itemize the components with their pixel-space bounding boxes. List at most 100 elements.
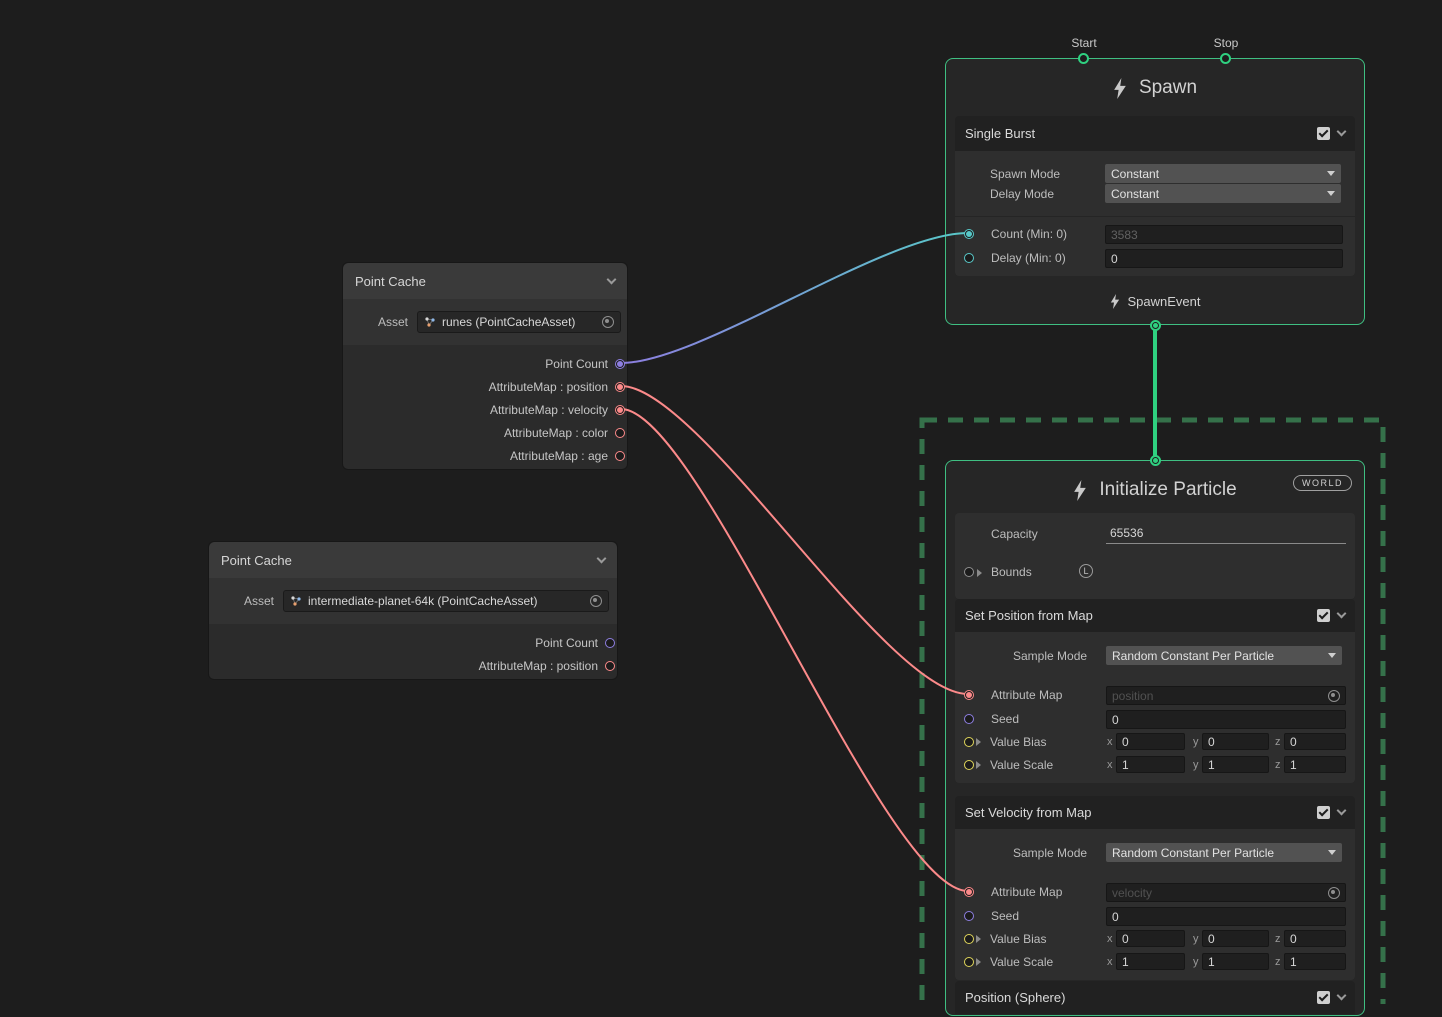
delay-mode-dropdown[interactable]: Constant: [1105, 184, 1341, 203]
block-enabled-checkbox[interactable]: [1317, 991, 1330, 1004]
bias-y-input[interactable]: 0: [1202, 930, 1269, 947]
object-picker-icon[interactable]: [1328, 887, 1340, 899]
attribute-map-input-port[interactable]: [964, 690, 974, 700]
count-value: 3583: [1111, 228, 1138, 242]
seed-label: Seed: [991, 909, 1019, 923]
attributemap-age-output-port[interactable]: [615, 451, 625, 461]
sample-mode-dropdown[interactable]: Random Constant Per Particle: [1106, 843, 1342, 862]
scale-z-input[interactable]: 1: [1284, 953, 1346, 970]
attributemap-position-output-port[interactable]: [615, 382, 625, 392]
foldout-arrow-icon[interactable]: [976, 761, 981, 769]
block-chevron-icon[interactable]: [1337, 806, 1347, 816]
point-cache-node-planet[interactable]: Point Cache Asset intermediate-planet-64…: [208, 541, 618, 680]
spawn-event-flow-port[interactable]: [1150, 320, 1161, 331]
foldout-arrow-icon[interactable]: [976, 738, 981, 746]
output-row: AttributeMap : position: [343, 375, 627, 398]
block-chevron-icon[interactable]: [1337, 609, 1347, 619]
space-badge[interactable]: WORLD: [1293, 475, 1352, 491]
vfx-graph-canvas[interactable]: Point Cache Asset runes (PointCacheAsset…: [0, 0, 1442, 1004]
set-velocity-block-header[interactable]: Set Velocity from Map: [955, 796, 1355, 829]
attribute-map-input-port[interactable]: [964, 887, 974, 897]
foldout-arrow-icon[interactable]: [976, 935, 981, 943]
lightning-icon: [1073, 480, 1087, 501]
block-chevron-icon[interactable]: [1337, 991, 1347, 1001]
collapse-chevron-icon[interactable]: [597, 553, 607, 563]
z-axis-label: z: [1275, 956, 1281, 968]
start-flow-port[interactable]: [1078, 53, 1089, 64]
point-count-output-port[interactable]: [615, 359, 625, 369]
node-header[interactable]: Point Cache: [209, 542, 617, 578]
node-header[interactable]: Point Cache: [343, 263, 627, 299]
value-scale-input-port[interactable]: [964, 957, 974, 967]
foldout-arrow-icon[interactable]: [976, 958, 981, 966]
capacity-value: 65536: [1110, 526, 1143, 540]
single-burst-block-header[interactable]: Single Burst: [955, 116, 1355, 151]
object-picker-icon[interactable]: [590, 595, 602, 607]
scale-y-input[interactable]: 1: [1202, 953, 1269, 970]
scale-y-input[interactable]: 1: [1202, 756, 1269, 773]
capacity-input[interactable]: 65536: [1106, 522, 1346, 544]
bias-x-input[interactable]: 0: [1116, 733, 1185, 750]
point-count-output-port[interactable]: [605, 638, 615, 648]
foldout-arrow-icon[interactable]: [977, 569, 982, 577]
sample-mode-label: Sample Mode: [1013, 846, 1087, 860]
bounds-input-port[interactable]: [964, 567, 974, 577]
dropdown-arrow-icon: [1327, 191, 1335, 196]
spawn-mode-dropdown[interactable]: Constant: [1105, 164, 1341, 183]
block-enabled-checkbox[interactable]: [1317, 806, 1330, 819]
sample-mode-dropdown[interactable]: Random Constant Per Particle: [1106, 646, 1342, 665]
dropdown-value: Random Constant Per Particle: [1112, 846, 1274, 860]
bounds-label: Bounds: [991, 565, 1032, 579]
scale-x-input[interactable]: 1: [1116, 756, 1185, 773]
value-bias-input-port[interactable]: [964, 737, 974, 747]
initialize-input-flow-port[interactable]: [1150, 455, 1161, 466]
block-enabled-checkbox[interactable]: [1317, 127, 1330, 140]
scale-z-input[interactable]: 1: [1284, 756, 1346, 773]
attribute-map-label: Attribute Map: [991, 688, 1062, 702]
set-position-block-header[interactable]: Set Position from Map: [955, 599, 1355, 632]
collapse-chevron-icon[interactable]: [607, 274, 617, 284]
seed-input[interactable]: 0: [1106, 907, 1346, 926]
bias-x-value: 0: [1122, 735, 1129, 749]
object-picker-icon[interactable]: [602, 316, 614, 328]
seed-input-port[interactable]: [964, 714, 974, 724]
block-title: Set Position from Map: [965, 608, 1093, 623]
initialize-context-node[interactable]: Initialize Particle WORLD Capacity 65536…: [945, 460, 1365, 1016]
local-space-icon[interactable]: L: [1079, 564, 1093, 578]
capacity-label: Capacity: [991, 527, 1038, 541]
asset-label: Asset: [378, 315, 408, 329]
port-label: AttributeMap : position: [489, 380, 608, 394]
block-enabled-checkbox[interactable]: [1317, 609, 1330, 622]
attribute-map-value: velocity: [1112, 886, 1152, 900]
block-chevron-icon[interactable]: [1337, 127, 1347, 137]
asset-object-field[interactable]: runes (PointCacheAsset): [417, 311, 621, 333]
seed-input-port[interactable]: [964, 911, 974, 921]
asset-object-field[interactable]: intermediate-planet-64k (PointCacheAsset…: [283, 590, 609, 612]
count-input-port[interactable]: [964, 229, 974, 239]
bias-z-input[interactable]: 0: [1284, 733, 1346, 750]
spawn-context-node[interactable]: Start Stop Spawn Single Burst Spawn Mode…: [945, 58, 1365, 325]
scale-x-value: 1: [1122, 758, 1129, 772]
bias-x-input[interactable]: 0: [1116, 930, 1185, 947]
attributemap-color-output-port[interactable]: [615, 428, 625, 438]
attribute-map-field[interactable]: velocity: [1106, 883, 1346, 902]
bias-z-input[interactable]: 0: [1284, 930, 1346, 947]
bias-y-input[interactable]: 0: [1202, 733, 1269, 750]
attributemap-position-output-port[interactable]: [605, 661, 615, 671]
seed-input[interactable]: 0: [1106, 710, 1346, 729]
value-bias-input-port[interactable]: [964, 934, 974, 944]
point-cache-node-runes[interactable]: Point Cache Asset runes (PointCacheAsset…: [342, 262, 628, 470]
value-scale-input-port[interactable]: [964, 760, 974, 770]
count-input[interactable]: 3583: [1105, 225, 1343, 244]
bias-x-value: 0: [1122, 932, 1129, 946]
position-sphere-block-header[interactable]: Position (Sphere): [955, 981, 1355, 1014]
attribute-map-field[interactable]: position: [1106, 686, 1346, 705]
object-picker-icon[interactable]: [1328, 690, 1340, 702]
asset-value: intermediate-planet-64k (PointCacheAsset…: [308, 594, 537, 608]
output-row: Point Count: [343, 352, 627, 375]
delay-input-port[interactable]: [964, 253, 974, 263]
scale-x-input[interactable]: 1: [1116, 953, 1185, 970]
delay-input[interactable]: 0: [1105, 249, 1343, 268]
attributemap-velocity-output-port[interactable]: [615, 405, 625, 415]
stop-flow-port[interactable]: [1220, 53, 1231, 64]
